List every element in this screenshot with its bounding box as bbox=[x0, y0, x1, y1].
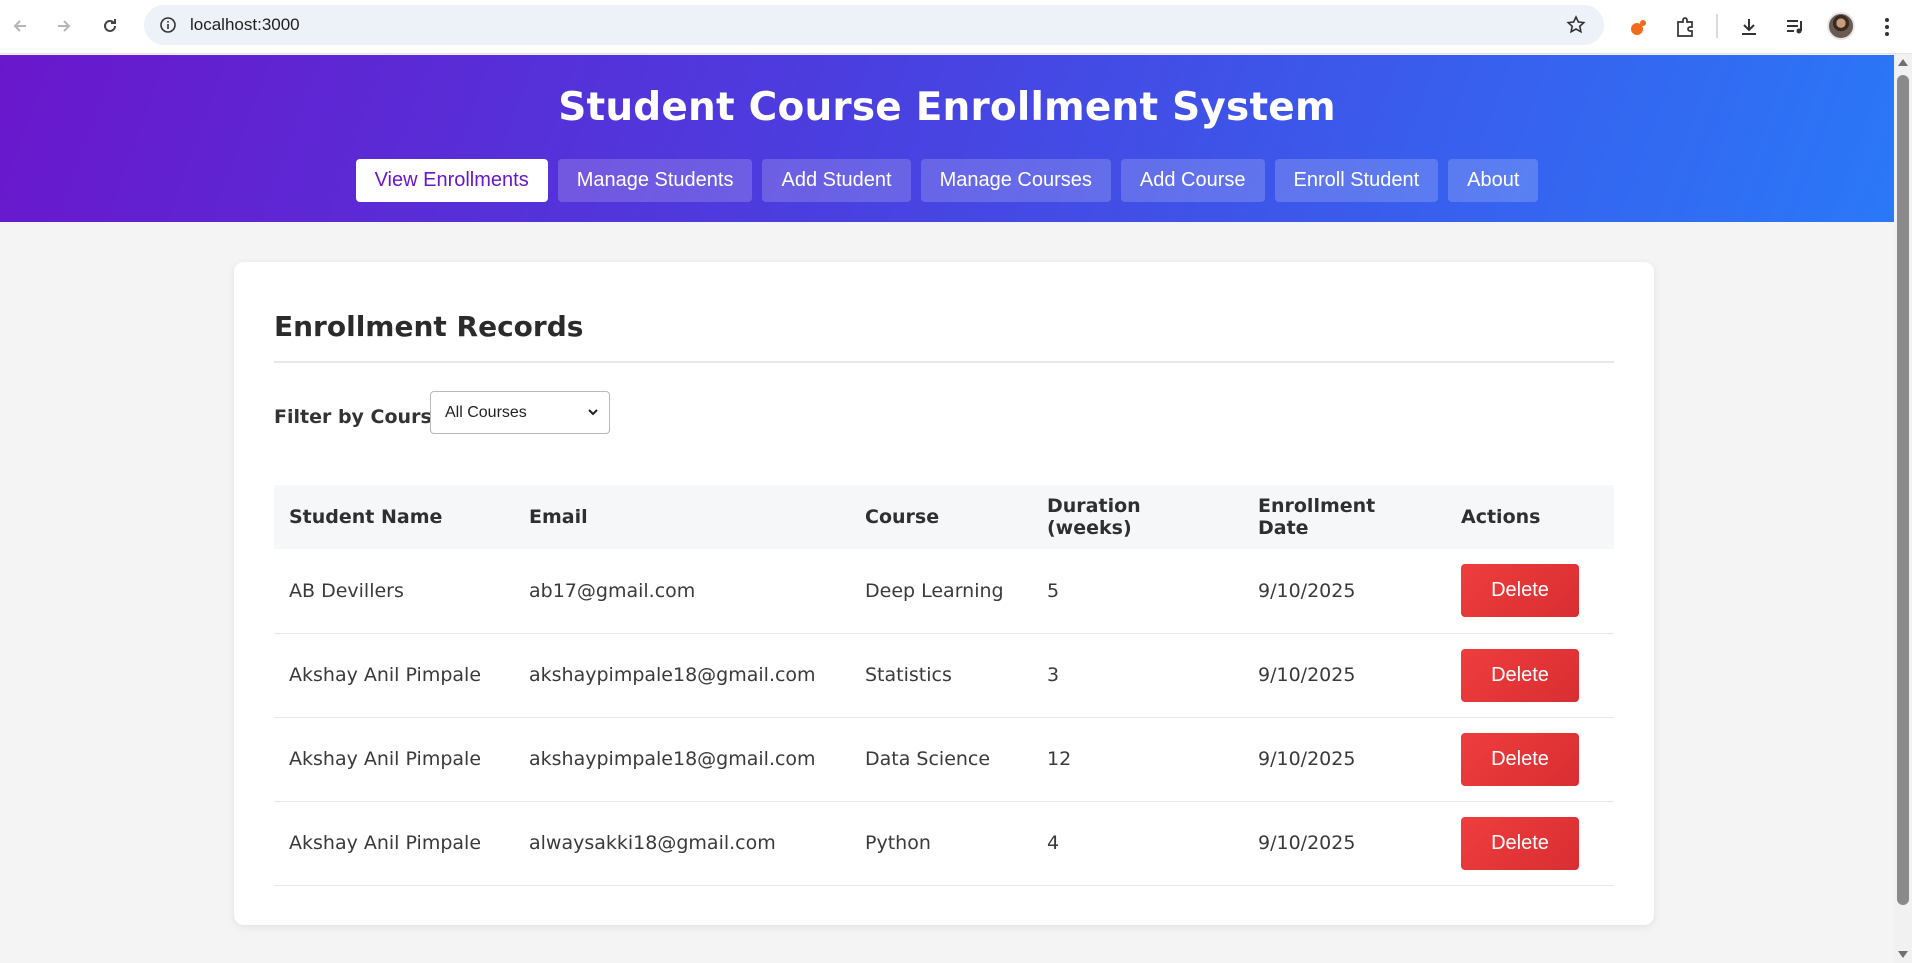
browser-toolbar: localhost:3000 bbox=[0, 0, 1912, 54]
delete-button[interactable]: Delete bbox=[1461, 648, 1579, 702]
column-header-email: Email bbox=[529, 506, 588, 528]
cell-duration: 3 bbox=[1047, 664, 1060, 686]
bookmark-star-icon[interactable] bbox=[1564, 13, 1588, 37]
column-header-actions: Actions bbox=[1461, 506, 1541, 528]
cell-email: alwaysakki18@gmail.com bbox=[529, 832, 776, 854]
tab-add-student[interactable]: Add Student bbox=[762, 159, 911, 202]
table-row: Akshay Anil Pimpale akshaypimpale18@gmai… bbox=[274, 633, 1614, 717]
page-viewport: Student Course Enrollment System View En… bbox=[0, 55, 1894, 963]
cell-email: akshaypimpale18@gmail.com bbox=[529, 664, 816, 686]
cell-enrollment-date: 9/10/2025 bbox=[1258, 832, 1356, 854]
column-header-student-name: Student Name bbox=[289, 506, 443, 528]
delete-button[interactable]: Delete bbox=[1461, 816, 1579, 870]
main-nav: View Enrollments Manage Students Add Stu… bbox=[0, 159, 1894, 202]
cell-email: ab17@gmail.com bbox=[529, 579, 696, 602]
site-info-icon[interactable] bbox=[156, 13, 180, 37]
cell-student-name: Akshay Anil Pimpale bbox=[289, 748, 482, 770]
reload-icon[interactable] bbox=[96, 12, 124, 40]
cell-duration: 12 bbox=[1047, 748, 1072, 770]
scroll-up-arrow-icon[interactable] bbox=[1898, 59, 1908, 66]
delete-button[interactable]: Delete bbox=[1461, 564, 1579, 618]
back-icon[interactable] bbox=[6, 12, 34, 40]
cell-duration: 4 bbox=[1047, 832, 1060, 854]
course-filter-value: All Courses bbox=[445, 404, 527, 421]
cell-enrollment-date: 9/10/2025 bbox=[1258, 579, 1356, 602]
media-controls-icon[interactable] bbox=[1780, 12, 1810, 42]
cell-email: akshaypimpale18@gmail.com bbox=[529, 748, 816, 770]
section-divider bbox=[274, 361, 1614, 363]
cell-actions: Delete bbox=[1446, 801, 1614, 885]
section-title: Enrollment Records bbox=[274, 310, 584, 343]
cell-enrollment-date: 9/10/2025 bbox=[1258, 664, 1356, 686]
cell-actions: Delete bbox=[1446, 633, 1614, 717]
table-row: Akshay Anil Pimpale akshaypimpale18@gmai… bbox=[274, 717, 1614, 801]
column-header-course: Course bbox=[865, 506, 940, 528]
cell-student-name: AB Devillers bbox=[289, 579, 404, 602]
cell-duration: 5 bbox=[1047, 579, 1060, 602]
tab-manage-courses[interactable]: Manage Courses bbox=[920, 159, 1111, 202]
cell-enrollment-date: 9/10/2025 bbox=[1258, 748, 1356, 770]
course-filter-select[interactable]: All Courses bbox=[430, 391, 610, 434]
tab-about[interactable]: About bbox=[1448, 159, 1539, 202]
table-header-row: Student Name Email Course Duration (week… bbox=[274, 485, 1614, 549]
table-row: AB Devillers ab17@gmail.com Deep Learnin… bbox=[274, 549, 1614, 633]
tab-manage-students[interactable]: Manage Students bbox=[557, 159, 753, 202]
scroll-down-arrow-icon[interactable] bbox=[1898, 951, 1908, 958]
enrollments-table: Student Name Email Course Duration (week… bbox=[274, 485, 1614, 886]
download-icon[interactable] bbox=[1734, 12, 1764, 42]
app-title: Student Course Enrollment System bbox=[558, 85, 1336, 130]
cell-actions: Delete bbox=[1446, 549, 1614, 633]
extensions-puzzle-icon[interactable] bbox=[1670, 12, 1700, 42]
column-header-enrollment-date: Enrollment Date bbox=[1258, 495, 1376, 539]
cell-course: Data Science bbox=[865, 748, 991, 770]
menu-kebab-icon[interactable] bbox=[1872, 12, 1902, 42]
address-bar[interactable]: localhost:3000 bbox=[144, 5, 1604, 45]
tab-view-enrollments[interactable]: View Enrollments bbox=[355, 159, 548, 202]
forward-icon[interactable] bbox=[50, 12, 78, 40]
toolbar-separator bbox=[1716, 14, 1718, 38]
page-scrollbar[interactable] bbox=[1894, 55, 1912, 963]
cell-course: Python bbox=[865, 832, 931, 854]
enrollment-records-card: Enrollment Records Filter by Course: All… bbox=[234, 262, 1654, 925]
tab-enroll-student[interactable]: Enroll Student bbox=[1274, 159, 1439, 202]
cell-student-name: Akshay Anil Pimpale bbox=[289, 664, 482, 686]
profile-avatar[interactable] bbox=[1827, 12, 1855, 40]
scrollbar-thumb[interactable] bbox=[1897, 75, 1909, 905]
url-text[interactable]: localhost:3000 bbox=[190, 5, 300, 45]
filter-label: Filter by Course: bbox=[274, 406, 453, 428]
chevron-down-icon bbox=[587, 392, 599, 449]
column-header-duration: Duration (weeks) bbox=[1047, 495, 1141, 539]
app-header: Student Course Enrollment System View En… bbox=[0, 55, 1894, 222]
cell-actions: Delete bbox=[1446, 717, 1614, 801]
cell-course: Deep Learning bbox=[865, 579, 1004, 602]
extension-icon[interactable] bbox=[1624, 12, 1654, 42]
tab-add-course[interactable]: Add Course bbox=[1120, 159, 1265, 202]
cell-student-name: Akshay Anil Pimpale bbox=[289, 832, 482, 854]
table-row: Akshay Anil Pimpale alwaysakki18@gmail.c… bbox=[274, 801, 1614, 885]
cell-course: Statistics bbox=[865, 664, 952, 686]
delete-button[interactable]: Delete bbox=[1461, 732, 1579, 786]
